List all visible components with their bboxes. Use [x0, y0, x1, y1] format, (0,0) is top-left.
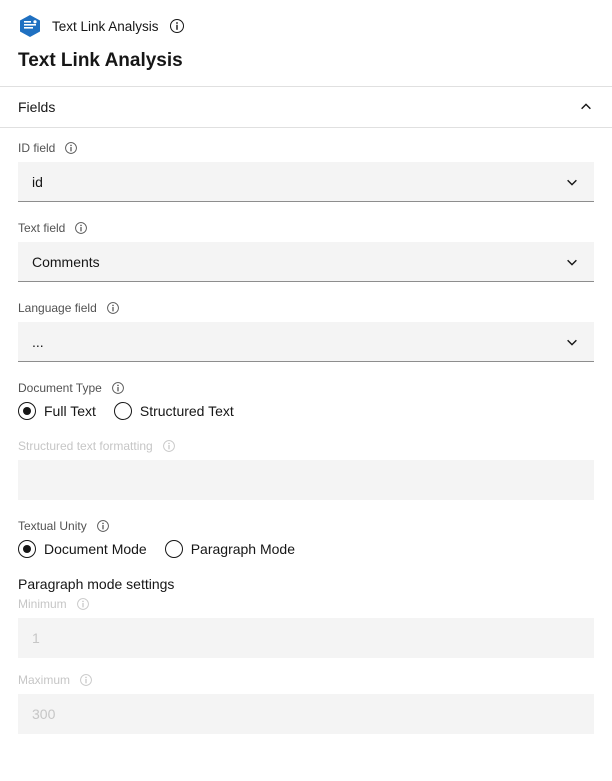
paragraph-settings-group: Paragraph mode settings Minimum 1 Maximu… [18, 576, 594, 734]
document-type-group: Document Type Full Text Structured Text [18, 380, 594, 420]
textual-unity-label: Textual Unity [18, 519, 87, 533]
text-field-select[interactable]: Comments [18, 242, 594, 282]
page-title: Text Link Analysis [0, 44, 612, 86]
text-field-value: Comments [32, 254, 100, 270]
radio-structured-text-label: Structured Text [140, 403, 234, 419]
chevron-down-icon [564, 334, 580, 350]
info-icon [78, 672, 94, 688]
info-icon[interactable] [73, 220, 89, 236]
info-icon[interactable] [63, 140, 79, 156]
info-icon [75, 596, 91, 612]
fields-section-body: ID field id Text field Comments [0, 128, 612, 748]
info-icon[interactable] [169, 18, 185, 34]
document-type-label: Document Type [18, 381, 102, 395]
structured-text-input [18, 460, 594, 500]
chevron-up-icon [578, 99, 594, 115]
fields-section-title: Fields [18, 99, 55, 115]
language-field-value: ... [32, 334, 44, 350]
textual-unity-group: Textual Unity Document Mode Paragraph Mo… [18, 518, 594, 558]
text-field-group: Text field Comments [18, 220, 594, 282]
text-field-label: Text field [18, 221, 65, 235]
structured-text-group: Structured text formatting [18, 438, 594, 500]
radio-full-text[interactable]: Full Text [18, 402, 96, 420]
maximum-label: Maximum [18, 673, 70, 687]
language-field-label: Language field [18, 301, 97, 315]
id-field-select[interactable]: id [18, 162, 594, 202]
paragraph-settings-title: Paragraph mode settings [18, 576, 594, 592]
minimum-label: Minimum [18, 597, 67, 611]
radio-document-mode[interactable]: Document Mode [18, 540, 147, 558]
language-field-group: Language field ... [18, 300, 594, 362]
radio-full-text-label: Full Text [44, 403, 96, 419]
info-icon[interactable] [105, 300, 121, 316]
chevron-down-icon [564, 174, 580, 190]
node-label: Text Link Analysis [52, 19, 159, 34]
id-field-label: ID field [18, 141, 55, 155]
chevron-down-icon [564, 254, 580, 270]
text-link-analysis-icon [18, 14, 42, 38]
info-icon[interactable] [110, 380, 126, 396]
maximum-input: 300 [18, 694, 594, 734]
fields-section-header[interactable]: Fields [0, 86, 612, 128]
info-icon [161, 438, 177, 454]
radio-structured-text[interactable]: Structured Text [114, 402, 234, 420]
info-icon[interactable] [95, 518, 111, 534]
id-field-value: id [32, 174, 43, 190]
minimum-value: 1 [32, 630, 40, 646]
node-header: Text Link Analysis [0, 0, 612, 44]
radio-paragraph-mode-label: Paragraph Mode [191, 541, 295, 557]
id-field-group: ID field id [18, 140, 594, 202]
radio-document-mode-label: Document Mode [44, 541, 147, 557]
minimum-input: 1 [18, 618, 594, 658]
structured-text-label: Structured text formatting [18, 439, 153, 453]
radio-paragraph-mode[interactable]: Paragraph Mode [165, 540, 295, 558]
maximum-value: 300 [32, 706, 55, 722]
language-field-select[interactable]: ... [18, 322, 594, 362]
